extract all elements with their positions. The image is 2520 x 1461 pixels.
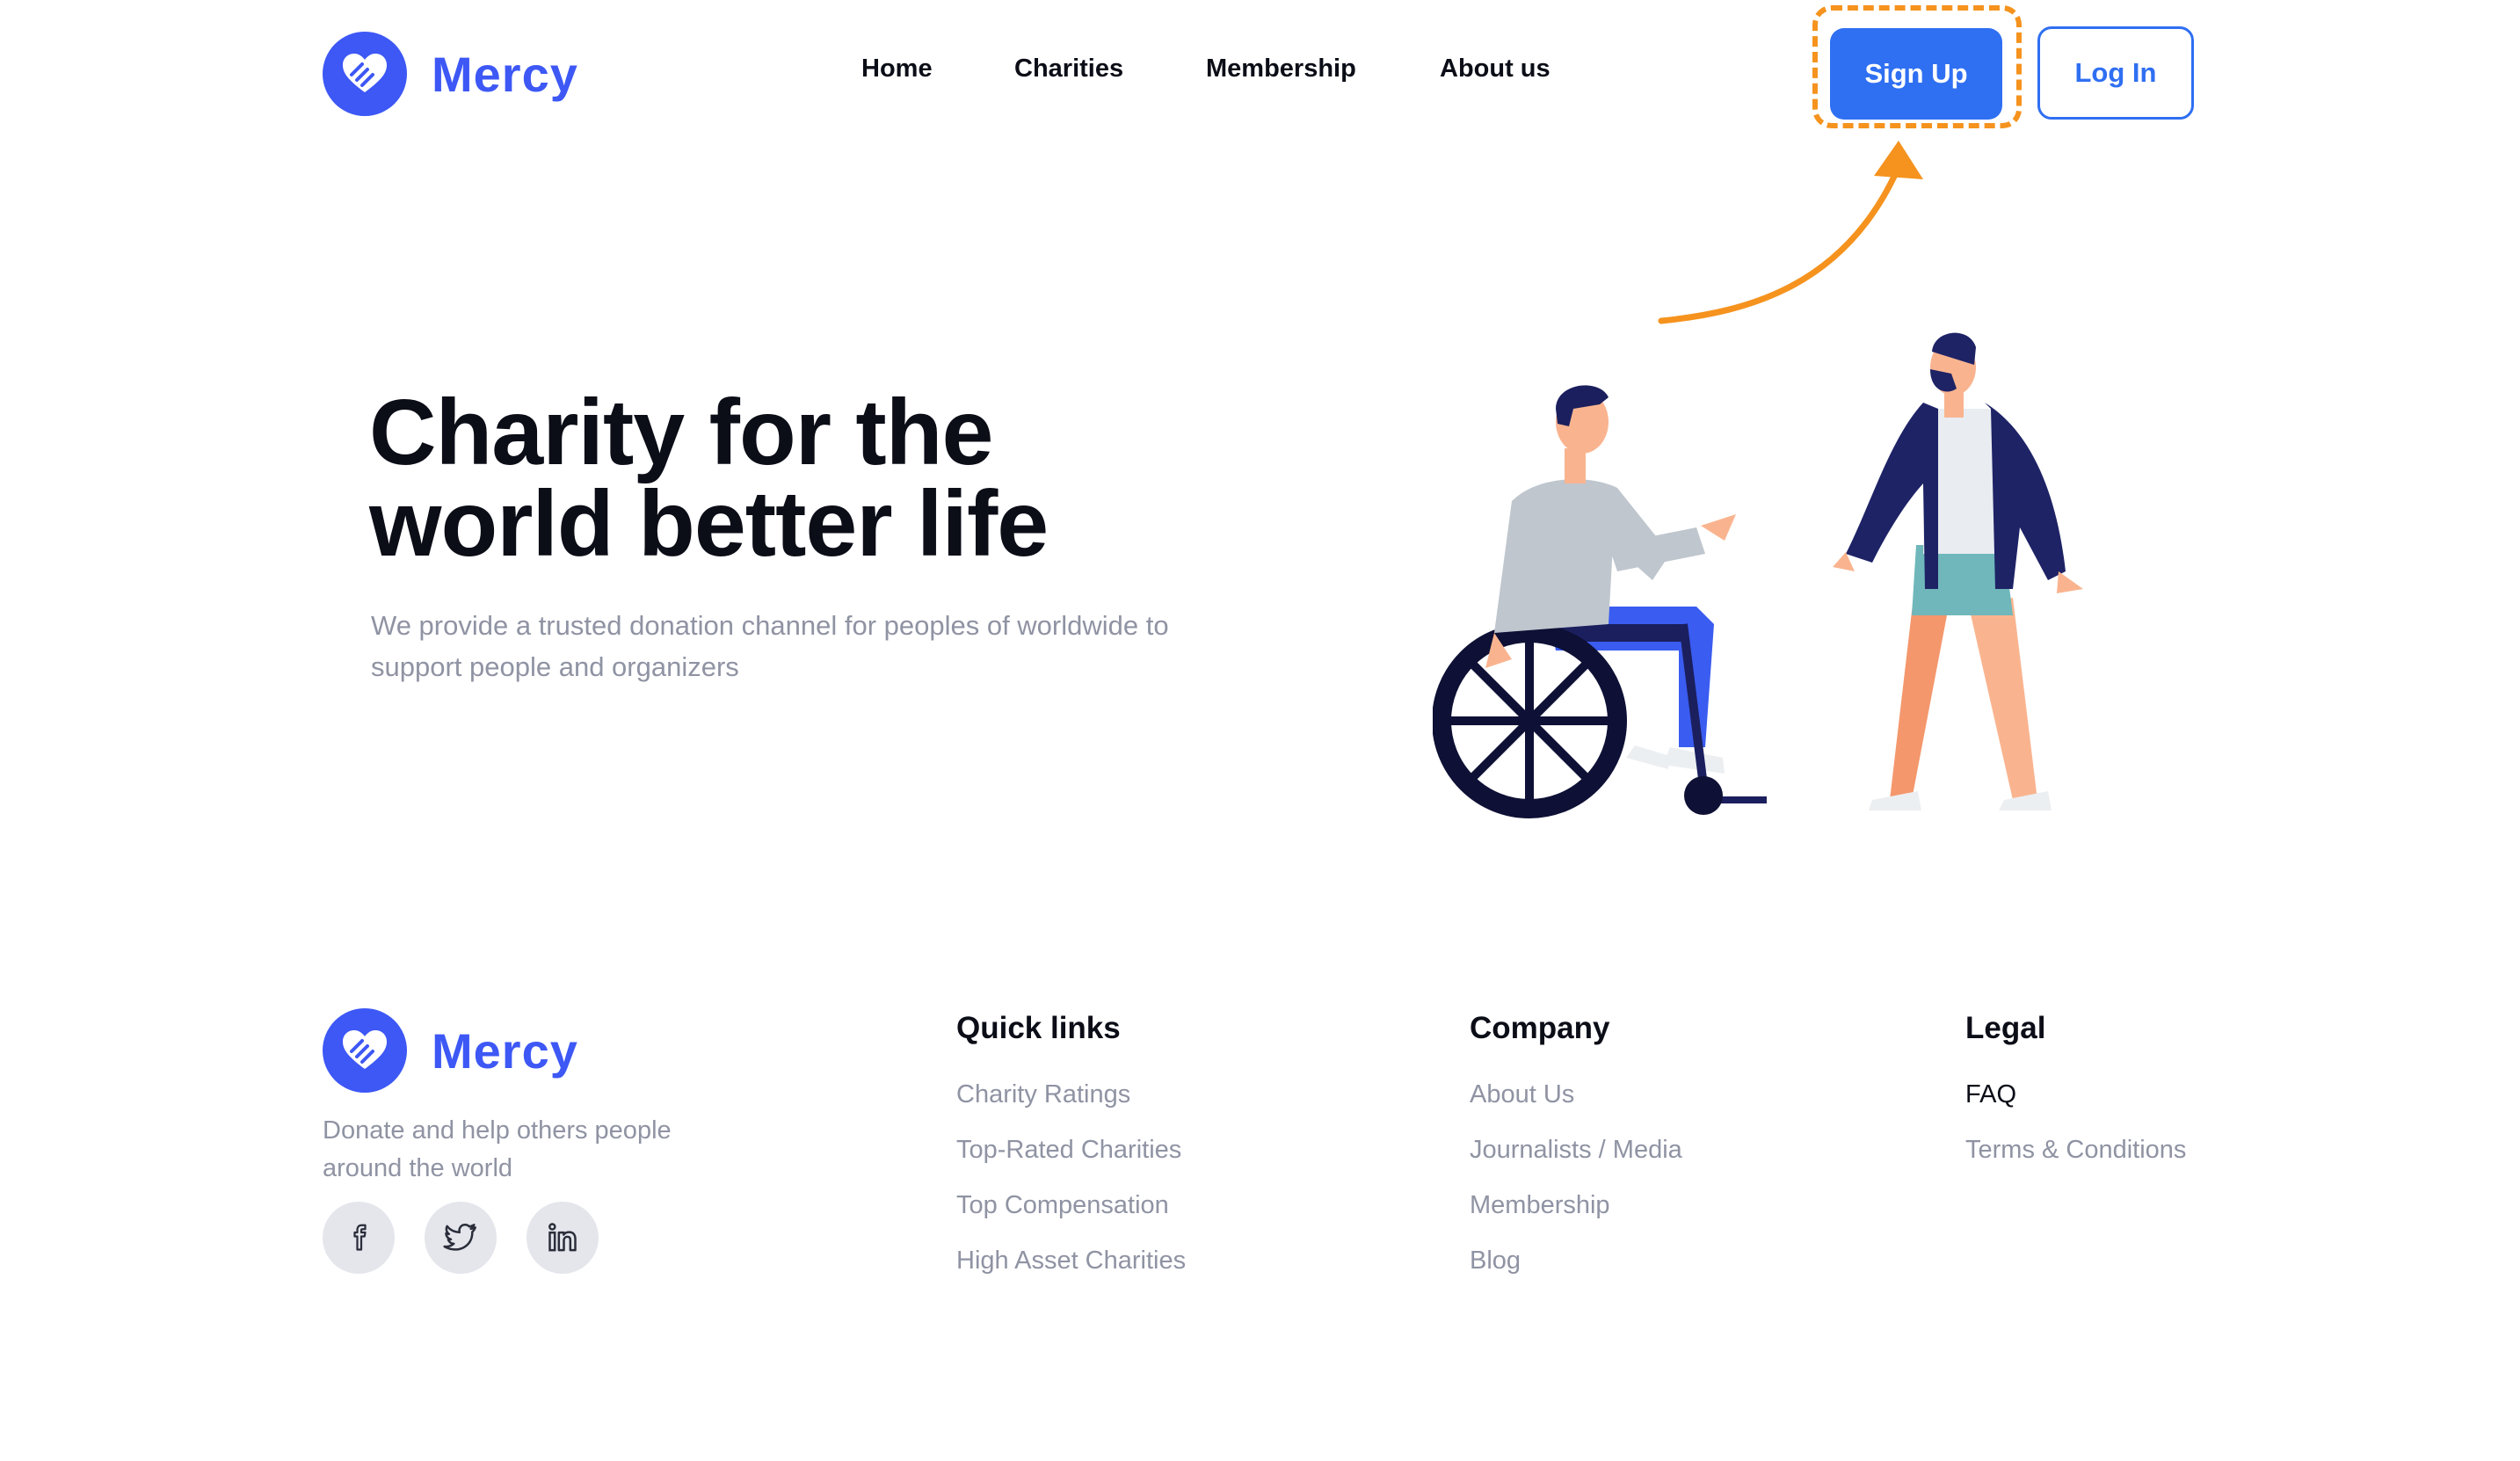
hero-subtitle-line-1: We provide a trusted donation channel fo… [371,610,1169,641]
quick-links-heading: Quick links [956,1011,1121,1045]
hero-subtitle: We provide a trusted donation channel fo… [371,605,1250,687]
sign-up-button[interactable]: Sign Up [1830,28,2002,120]
social-links [323,1202,628,1274]
link-about-us[interactable]: About Us [1470,1067,1682,1123]
landing-page: Mercy Home Charities Membership About us… [0,0,2520,1461]
hero-title-line-1: Charity for the [369,381,993,484]
log-in-button[interactable]: Log In [2037,26,2194,120]
footer-quick-links: Quick links Charity Ratings Top-Rated Ch… [956,1009,1186,1289]
footer-tagline-line-2: around the world [323,1154,513,1182]
facebook-icon[interactable] [323,1202,395,1274]
footer-tagline-line-1: Donate and help others people [323,1116,672,1145]
walking-man [1833,332,2083,810]
link-top-compensation[interactable]: Top Compensation [956,1178,1186,1233]
brand-name: Mercy [432,46,578,102]
nav-membership[interactable]: Membership [1206,55,1356,84]
link-blog[interactable]: Blog [1470,1233,1682,1289]
nav-home[interactable]: Home [861,55,933,84]
link-high-asset-charities[interactable]: High Asset Charities [956,1233,1186,1289]
header-logo[interactable]: Mercy [323,32,578,116]
link-charity-ratings[interactable]: Charity Ratings [956,1067,1186,1123]
wheelchair-man [1433,385,1767,818]
heart-hands-logo-icon [323,1008,407,1093]
footer-legal: Legal FAQ Terms & Conditions [1965,1009,2186,1178]
footer-company: Company About Us Journalists / Media Mem… [1470,1009,1682,1289]
company-heading: Company [1470,1011,1610,1045]
link-terms-conditions[interactable]: Terms & Conditions [1965,1123,2186,1178]
link-membership[interactable]: Membership [1470,1178,1682,1233]
link-faq[interactable]: FAQ [1965,1067,2186,1123]
legal-heading: Legal [1965,1011,2046,1045]
twitter-icon[interactable] [425,1202,497,1274]
footer-logo[interactable]: Mercy [323,1008,578,1093]
link-journalists-media[interactable]: Journalists / Media [1470,1123,1682,1178]
footer-brand-name: Mercy [432,1022,578,1079]
hero-illustration [1433,332,2083,818]
heart-hands-logo-icon [323,32,407,116]
annotation-arrow-icon [1658,141,1923,324]
hero-title-line-2: world better life [369,472,1049,576]
hero-title: Charity for the world better life [369,386,1204,571]
nav-about-us[interactable]: About us [1440,55,1550,84]
linkedin-icon[interactable] [527,1202,599,1274]
nav-charities[interactable]: Charities [1014,55,1123,84]
link-top-rated-charities[interactable]: Top-Rated Charities [956,1123,1186,1178]
hero-subtitle-line-2: support people and organizers [371,651,739,682]
footer-tagline: Donate and help others people around the… [323,1112,762,1188]
